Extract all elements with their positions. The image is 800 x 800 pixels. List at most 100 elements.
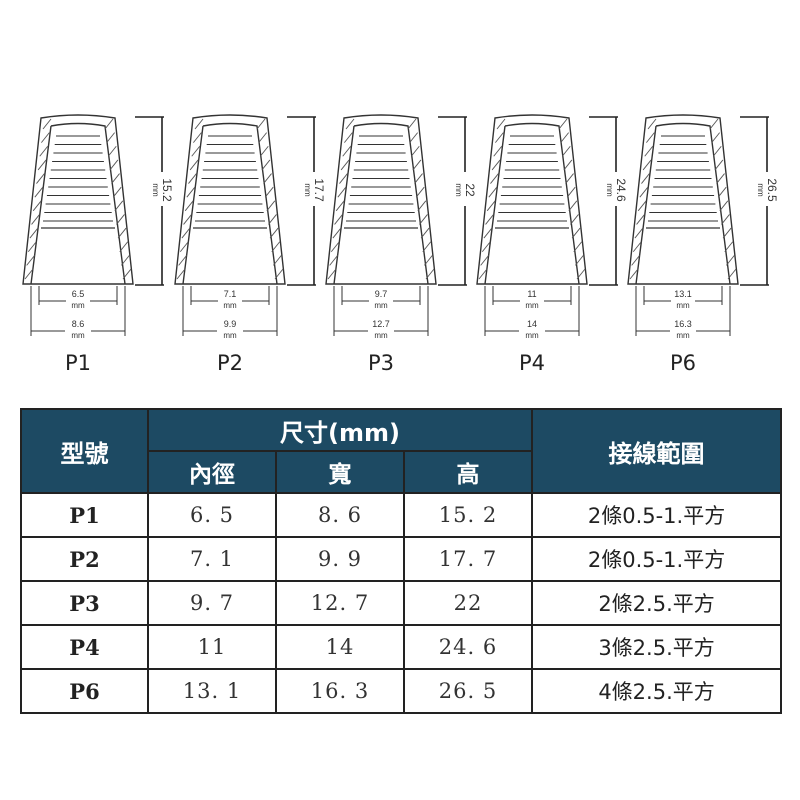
cap-hatch [194,118,204,130]
cap-hatch [37,159,47,171]
cell-range: 4條2.5.平方 [531,668,783,714]
cell-inner: 13. 1 [147,668,277,714]
cell-inner: 11 [147,624,277,670]
cap-hatch [563,159,573,171]
cap-hatch [256,118,266,130]
cap-hatch [714,159,724,171]
cell-inner: 7. 1 [147,536,277,582]
inner-diameter-value: 11 [527,289,536,299]
cap-hatch [109,159,119,171]
cap-model-label: P6 [670,351,696,375]
cap-diagram-p2: 17.7mm7.1mm9.9mmP2 [174,114,326,375]
cap-hatch [42,118,52,130]
cap-outer-shell [174,114,286,285]
cap-hatch [342,145,352,157]
cap-hatch [409,132,418,143]
inner-diameter-unit: mm [525,301,539,310]
header-wiring-range: 接線範圍 [531,408,783,494]
cap-hatch [716,173,725,184]
cap-hatch [722,227,732,239]
cap-hatch [709,118,719,130]
width-value: 8.6 [72,319,85,329]
cap-hatch [644,145,654,157]
cap-hatch [114,200,124,212]
cap-hatch [415,186,425,198]
height-unit: mm [756,183,765,197]
cell-inner: 6. 5 [147,492,277,538]
header-inner-diameter: 內徑 [147,450,277,494]
height-unit: mm [151,183,160,197]
cap-model-label: P3 [368,351,394,375]
header-width: 寬 [275,450,405,494]
cap-hatch [560,132,569,143]
cap-hatch [419,214,428,225]
cap-hatch [496,118,506,130]
cell-model: P6 [20,668,149,714]
cap-hatch [107,145,117,157]
height-value: 22 [463,183,477,197]
cap-hatch [104,118,114,130]
cap-hatch [261,159,271,171]
cap-hatch [414,173,423,184]
cell-width: 12. 7 [275,580,405,626]
cap-hatch [117,227,127,239]
cap-hatch [566,186,576,198]
cap-hatch [266,200,276,212]
inner-diameter-value: 9.7 [375,289,388,299]
cap-hatch [41,132,50,143]
cap-outer-shell [476,114,588,285]
cap-diagram-p1: 15.2mm6.5mm8.6mmP1 [22,114,174,375]
cap-hatch [712,145,722,157]
cap-hatch [711,132,720,143]
height-unit: mm [454,183,463,197]
cell-model: P2 [20,536,149,582]
width-unit: mm [374,331,388,340]
width-unit: mm [525,331,539,340]
width-value: 9.9 [224,319,237,329]
spec-table: 型號 尺寸(mm) 接線範圍 內徑 寬 高 P1 6. 5 8. 6 15. 2… [20,408,783,714]
cap-hatch [565,173,574,184]
cap-diagram-p3: 22mm9.7mm12.7mmP3 [325,114,477,375]
cap-hatch [568,200,578,212]
cap-hatch [258,132,267,143]
table-row: P2 7. 1 9. 9 17. 7 2條0.5-1.平方 [20,536,783,582]
cap-hatch [717,186,727,198]
cap-model-label: P4 [519,351,545,375]
height-value: 26.5 [765,178,779,202]
height-value: 15.2 [160,178,174,202]
cell-height: 26. 5 [402,668,534,714]
cap-hatch [116,214,125,225]
cell-range: 2條0.5-1.平方 [531,492,783,538]
cap-hatch [263,173,272,184]
cap-hatch [719,200,729,212]
cap-hatch [340,159,350,171]
inner-diameter-unit: mm [374,301,388,310]
cap-hatch [495,132,504,143]
cap-hatch [647,118,657,130]
height-value: 17.7 [312,178,326,202]
cap-diagram-p4: 24.6mm11mm14mmP4 [476,114,628,375]
cap-hatch [412,159,422,171]
width-unit: mm [676,331,690,340]
cap-hatch [410,145,420,157]
cell-height: 22 [402,580,534,626]
width-value: 16.3 [674,319,692,329]
cell-model: P1 [20,492,149,538]
cap-model-label: P2 [217,351,243,375]
cap-outer-shell [627,114,739,285]
cap-hatch [191,145,201,157]
cell-width: 8. 6 [275,492,405,538]
cap-diagram-p6: 26.5mm13.1mm16.3mmP6 [627,114,779,375]
cap-hatch [112,186,122,198]
cell-range: 3條2.5.平方 [531,624,783,670]
height-value: 24.6 [614,178,628,202]
cap-hatch [493,145,503,157]
cell-range: 2條2.5.平方 [531,580,783,626]
header-height: 高 [402,450,534,494]
cap-hatch [646,132,655,143]
cap-model-label: P1 [65,351,91,375]
cell-inner: 9. 7 [147,580,277,626]
cell-model: P4 [20,624,149,670]
cap-hatch [269,227,279,239]
inner-diameter-value: 7.1 [224,289,237,299]
